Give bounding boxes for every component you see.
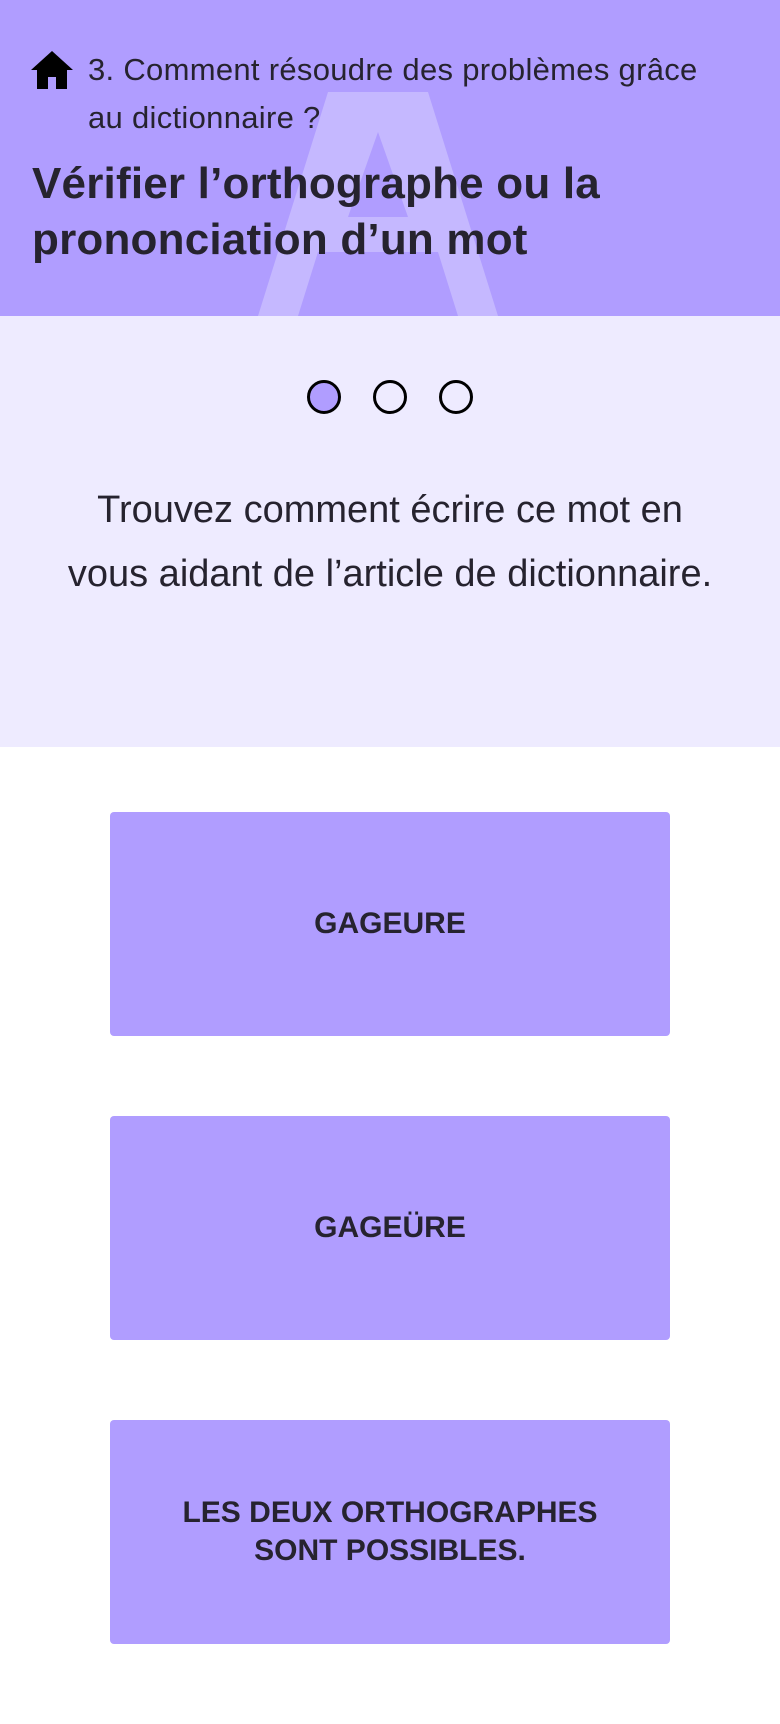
breadcrumb: 3. Comment résoudre des problèmes grâce … — [88, 52, 698, 135]
answer-button-both-spellings[interactable]: LES DEUX ORTHOGRAPHES SONT POSSIBLES. — [110, 1420, 670, 1644]
answer-button-gageure-trema[interactable]: GAGEÜRE — [110, 1116, 670, 1340]
progress-dot-3[interactable] — [439, 380, 473, 414]
question-panel: Trouvez comment écrire ce mot en vous ai… — [0, 316, 780, 747]
progress-dots — [0, 380, 780, 414]
page-title: Vérifier l’orthographe ou la prononciati… — [32, 159, 600, 264]
progress-dot-1[interactable] — [307, 380, 341, 414]
question-instruction: Trouvez comment écrire ce mot en vous ai… — [67, 489, 713, 595]
progress-dot-2[interactable] — [373, 380, 407, 414]
home-icon[interactable] — [30, 50, 74, 90]
header: 3. Comment résoudre des problèmes grâce … — [0, 0, 780, 316]
answer-list: GAGEURE GAGEÜRE LES DEUX ORTHOGRAPHES SO… — [110, 812, 670, 1724]
answer-button-gageure[interactable]: GAGEURE — [110, 812, 670, 1036]
